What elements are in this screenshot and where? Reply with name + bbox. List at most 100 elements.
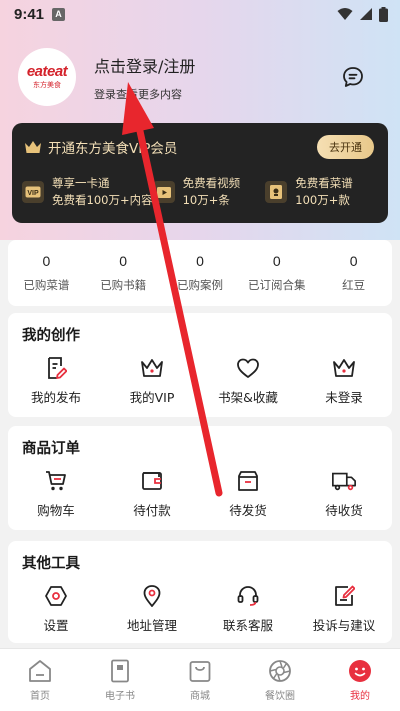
- product-orders-card: 商品订单 购物车 待付款 待发货 待收货: [8, 426, 392, 530]
- grid-item-label: 设置: [43, 618, 69, 633]
- vip-feature-card: VIP 尊享一卡通 免费看100万+内容: [22, 175, 153, 209]
- vip-feature-desc: 10万+条: [182, 193, 230, 207]
- logo-text: eateat: [26, 63, 68, 80]
- crown-icon: [331, 355, 357, 381]
- vip-feature-title: 免费看视频: [182, 176, 241, 190]
- profile-section[interactable]: eateat 东方美食 点击登录/注册 登录查看更多内容: [18, 48, 195, 106]
- open-vip-button[interactable]: 去开通: [317, 135, 374, 159]
- grid-item-label: 地址管理: [126, 618, 177, 633]
- pending-receipt-button[interactable]: 待收货: [296, 468, 392, 519]
- chat-bubble-icon: [343, 67, 363, 87]
- truck-icon: [331, 468, 357, 494]
- my-creation-card: 我的创作 我的发布 我的VIP 书架&收藏 未登录: [8, 313, 392, 417]
- stat-value: 0: [119, 253, 128, 269]
- my-vip-button[interactable]: 我的VIP: [104, 355, 200, 406]
- my-posts-button[interactable]: 我的发布: [8, 355, 104, 406]
- tab-shop[interactable]: 商城: [160, 649, 240, 711]
- tab-label: 商城: [190, 691, 210, 702]
- section-title-tools: 其他工具: [22, 556, 80, 572]
- tab-mine[interactable]: 我的: [320, 649, 400, 711]
- grid-item-label: 未登录: [325, 390, 363, 405]
- feedback-icon: [331, 583, 357, 609]
- stat-label: 已购案例: [176, 278, 223, 292]
- headset-icon: [235, 583, 261, 609]
- tab-label: 首页: [30, 691, 50, 702]
- bookshelf-favorites-button[interactable]: 书架&收藏: [200, 355, 296, 406]
- customer-service-button[interactable]: 联系客服: [200, 583, 296, 634]
- stat-value: 0: [349, 253, 358, 269]
- stat-label: 已购书籍: [100, 278, 147, 292]
- pending-shipment-button[interactable]: 待发货: [200, 468, 296, 519]
- section-title-creation: 我的创作: [22, 328, 80, 344]
- stat-purchased-recipes[interactable]: 0 已购菜谱: [8, 253, 85, 293]
- status-bar: 9:41 A: [0, 0, 400, 28]
- grid-item-label: 投诉与建议: [312, 618, 376, 633]
- home-icon: [29, 660, 51, 682]
- settings-button[interactable]: 设置: [8, 583, 104, 634]
- crown-icon: [25, 141, 41, 153]
- message-button[interactable]: [340, 64, 366, 90]
- battery-icon: [379, 6, 388, 22]
- stat-value: 0: [196, 253, 204, 269]
- vip-feature-title: 尊享一卡通: [52, 176, 110, 190]
- grid-item-label: 联系客服: [222, 618, 273, 633]
- stat-label: 红豆: [342, 278, 366, 292]
- stat-purchased-books[interactable]: 0 已购书籍: [85, 253, 162, 293]
- tab-home[interactable]: 首页: [0, 649, 80, 711]
- purchase-stats-card: 0 已购菜谱 0 已购书籍 0 已购案例 0 已订阅合集 0 红豆: [8, 240, 392, 306]
- pending-payment-button[interactable]: 待付款: [104, 468, 200, 519]
- login-register-link[interactable]: 点击登录/注册: [94, 53, 195, 77]
- stat-red-beans[interactable]: 0 红豆: [315, 253, 392, 293]
- section-title-orders: 商品订单: [22, 441, 80, 457]
- grid-item-label: 书架&收藏: [218, 390, 278, 405]
- feedback-button[interactable]: 投诉与建议: [296, 583, 392, 634]
- tab-dining-circle[interactable]: 餐饮圈: [240, 649, 320, 711]
- status-time: 9:41: [14, 5, 45, 23]
- ebook-icon: [111, 659, 129, 683]
- grid-item-label: 购物车: [37, 503, 75, 518]
- vip-membership-card[interactable]: 开通东方美食VIP会员 去开通 VIP 尊享一卡通 免费看100万+内容 免费看…: [12, 123, 388, 223]
- stat-label: 已购菜谱: [23, 278, 70, 292]
- wifi-icon: [337, 8, 353, 20]
- grid-item-label: 我的发布: [30, 390, 81, 405]
- box-icon: [235, 468, 261, 494]
- stat-label: 已订阅合集: [248, 278, 306, 292]
- vip-badge-icon: VIP: [22, 181, 44, 203]
- grid-item-label: 我的VIP: [129, 390, 175, 405]
- tab-ebook[interactable]: 电子书: [80, 649, 160, 711]
- profile-icon: [349, 660, 371, 682]
- cart-icon: [43, 468, 69, 494]
- stat-value: 0: [42, 253, 51, 269]
- wallet-icon: [139, 468, 165, 494]
- stat-purchased-cases[interactable]: 0 已购案例: [162, 253, 239, 293]
- vip-feature-desc: 免费看100万+内容: [52, 193, 153, 207]
- logo-subtext: 东方美食: [33, 81, 61, 89]
- location-icon: [139, 583, 165, 609]
- grid-item-label: 待收货: [325, 503, 363, 518]
- tab-label: 餐饮圈: [265, 691, 295, 702]
- notification-badge: A: [52, 7, 66, 21]
- heart-icon: [235, 355, 261, 381]
- signal-icon: [360, 8, 372, 20]
- vip-feature-desc: 100万+款: [295, 193, 350, 207]
- tab-label: 我的: [350, 691, 370, 702]
- app-logo-avatar[interactable]: eateat 东方美食: [18, 48, 76, 106]
- bottom-tab-bar: 首页 电子书 商城 餐饮圈 我的: [0, 648, 400, 711]
- stat-subscribed-collections[interactable]: 0 已订阅合集: [238, 253, 315, 293]
- settings-icon: [43, 583, 69, 609]
- vip-feature-video: 免费看视频 10万+条: [152, 175, 266, 209]
- svg-text:VIP: VIP: [27, 190, 39, 197]
- shop-icon: [189, 661, 211, 682]
- cart-button[interactable]: 购物车: [8, 468, 104, 519]
- login-subtitle: 登录查看更多内容: [94, 87, 182, 101]
- recipe-icon: [265, 181, 288, 203]
- grid-item-label: 待付款: [133, 503, 171, 518]
- vip-title: 开通东方美食VIP会员: [48, 141, 178, 157]
- grid-item-label: 待发货: [229, 503, 267, 518]
- vip-feature-recipe: 免费看菜谱 100万+款: [265, 175, 378, 209]
- not-logged-in-button[interactable]: 未登录: [296, 355, 392, 406]
- camera-aperture-icon: [269, 660, 291, 682]
- tab-label: 电子书: [105, 691, 135, 702]
- video-icon: [152, 181, 175, 203]
- address-management-button[interactable]: 地址管理: [104, 583, 200, 634]
